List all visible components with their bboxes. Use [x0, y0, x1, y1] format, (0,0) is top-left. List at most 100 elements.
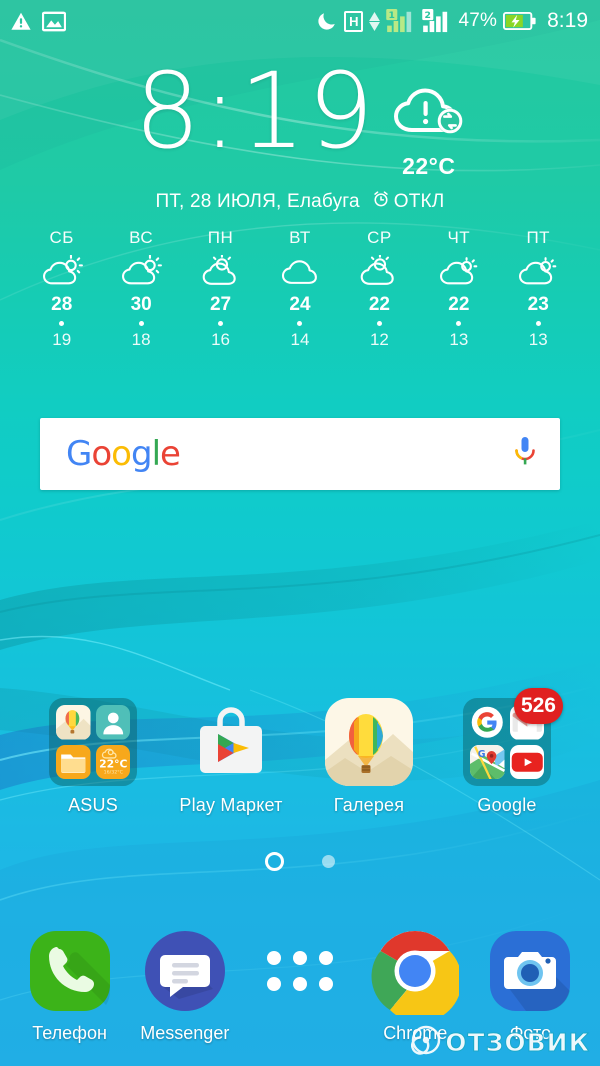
- photo-icon: [42, 11, 66, 32]
- forecast-day-label: ВС: [129, 228, 154, 247]
- gallery-balloon-icon[interactable]: [325, 698, 413, 786]
- sim2-signal-icon: 2: [422, 9, 452, 33]
- google-search-bar[interactable]: Google: [40, 418, 560, 490]
- dock-item-app-drawer[interactable]: [242, 927, 357, 1023]
- gallery-balloon-icon: [56, 705, 91, 740]
- app-drawer-icon[interactable]: [256, 927, 344, 1015]
- widget-date-line[interactable]: ПТ, 28 ИЮЛЯ, Елабуга ОТКЛ: [0, 190, 600, 214]
- partly-cloudy-icon: [499, 252, 578, 292]
- cloud-alert-refresh-icon: [392, 88, 466, 146]
- weather-forecast-row[interactable]: СБ 28 19 ВС 30 18 ПН 27 16 ВТ 24 14 СР 2…: [22, 228, 578, 350]
- asus-folder-icon[interactable]: 22°C 16/32°C: [49, 698, 137, 786]
- forecast-divider-dot: [376, 321, 382, 326]
- cloudy-icon: [260, 252, 339, 292]
- app-google-folder[interactable]: 526 G Google: [438, 688, 576, 816]
- partly-cloudy-icon: [101, 252, 180, 292]
- forecast-high: 30: [130, 294, 152, 315]
- forecast-low: 19: [52, 330, 72, 349]
- forecast-day-label: СБ: [49, 228, 74, 247]
- svg-text:16/32°C: 16/32°C: [103, 769, 123, 775]
- forecast-day-label: ВТ: [289, 228, 311, 247]
- google-logo-letter: o: [91, 434, 112, 474]
- page-indicator[interactable]: [0, 852, 600, 871]
- forecast-low: 16: [211, 330, 231, 349]
- chrome-icon[interactable]: [371, 927, 462, 1023]
- forecast-divider-dot: [297, 321, 303, 326]
- forecast-low: 13: [528, 330, 548, 349]
- page-dot[interactable]: [322, 855, 335, 868]
- widget-temperature: 22°C: [402, 153, 456, 179]
- forecast-day-label: ПН: [207, 228, 234, 247]
- battery-percent: 47%: [458, 10, 498, 31]
- clock-weather-widget[interactable]: 8:19 22°C ПТ, 28 ИЮЛЯ, Елабуга ОТКЛ: [0, 59, 600, 214]
- home-screen: H 1 2 47% 8:19 8:19 22°C ПТ, 28 ИЮЛЯ, Ел…: [0, 0, 600, 1066]
- forecast-day[interactable]: ПН 27 16: [181, 228, 260, 350]
- forecast-high: 22: [448, 294, 470, 315]
- google-folder-icon[interactable]: 526 G: [463, 688, 563, 786]
- forecast-high: 27: [209, 294, 232, 315]
- sun-behind-cloud-icon: [181, 252, 260, 292]
- app-label: Галерея: [333, 795, 405, 815]
- phone-icon[interactable]: [26, 927, 114, 1015]
- sun-behind-cloud-icon: [340, 252, 419, 292]
- google-logo-letter: e: [160, 434, 181, 474]
- app-play-store[interactable]: Play Маркет: [162, 698, 300, 816]
- google-logo-letter: l: [151, 434, 162, 474]
- play-store-icon[interactable]: [187, 698, 275, 786]
- watermark: ОТЗОВИК: [411, 1025, 590, 1060]
- page-dot-current[interactable]: [265, 852, 284, 871]
- warning-icon: [10, 10, 32, 32]
- dock-label: Messenger: [140, 1023, 230, 1043]
- forecast-day[interactable]: ВС 30 18: [101, 228, 180, 350]
- forecast-low: 12: [369, 330, 389, 349]
- weather-tile-icon: 22°C 16/32°C: [95, 744, 130, 779]
- widget-clock-time[interactable]: 8:19: [134, 59, 376, 163]
- messenger-icon[interactable]: [141, 927, 229, 1015]
- forecast-day-label: СР: [367, 228, 392, 247]
- widget-weather[interactable]: 22°C: [392, 62, 466, 180]
- google-logo: Google: [66, 434, 181, 474]
- forecast-divider-dot: [535, 321, 541, 326]
- data-transfer-icon: [369, 11, 381, 31]
- otzovik-logo-icon: [411, 1025, 441, 1060]
- moon-icon: [316, 10, 338, 32]
- app-grid-row: 22°C 16/32°C ASUS Play Маркет Галерея 52…: [0, 688, 600, 816]
- alarm-clock-icon: [372, 190, 390, 214]
- notification-badge: 526: [513, 688, 563, 724]
- forecast-day[interactable]: ПТ 23 13: [499, 228, 578, 350]
- file-manager-icon: [56, 744, 91, 779]
- forecast-day[interactable]: ЧТ 22 13: [419, 228, 498, 350]
- forecast-divider-dot: [456, 321, 462, 326]
- battery-charging-icon: [503, 11, 537, 31]
- dock-label: Телефон: [32, 1023, 107, 1043]
- forecast-day[interactable]: СР 22 12: [340, 228, 419, 350]
- svg-text:2: 2: [425, 10, 431, 21]
- forecast-low: 18: [131, 330, 151, 349]
- forecast-day-label: ПТ: [526, 228, 551, 247]
- forecast-low: 14: [290, 330, 310, 349]
- google-logo-letter: g: [130, 434, 153, 474]
- status-bar-clock: 8:19: [547, 9, 588, 32]
- dock-item-messenger[interactable]: Messenger: [127, 927, 242, 1044]
- dock-item-phone[interactable]: Телефон: [12, 927, 127, 1044]
- forecast-high: 28: [51, 294, 73, 315]
- forecast-divider-dot: [138, 321, 144, 326]
- watermark-text: ОТЗОВИК: [445, 1028, 590, 1058]
- forecast-high: 22: [368, 294, 390, 315]
- alarm-status-text: ОТКЛ: [393, 191, 445, 212]
- forecast-day[interactable]: СБ 28 19: [22, 228, 101, 350]
- widget-date-text: ПТ, 28 ИЮЛЯ, Елабуга: [155, 191, 360, 212]
- camera-photos-icon[interactable]: [486, 927, 574, 1015]
- google-logo-letter: o: [111, 434, 132, 474]
- app-label: Play Маркет: [179, 795, 283, 815]
- forecast-low: 13: [449, 330, 469, 349]
- network-type-badge: H: [344, 10, 364, 32]
- app-label: ASUS: [68, 795, 118, 815]
- google-logo-letter: G: [66, 434, 92, 474]
- app-gallery[interactable]: Галерея: [300, 698, 438, 816]
- forecast-day[interactable]: ВТ 24 14: [260, 228, 339, 350]
- microphone-icon[interactable]: [512, 435, 538, 474]
- app-asus-folder[interactable]: 22°C 16/32°C ASUS: [24, 698, 162, 816]
- status-bar[interactable]: H 1 2 47% 8:19: [0, 0, 600, 42]
- forecast-divider-dot: [59, 321, 65, 326]
